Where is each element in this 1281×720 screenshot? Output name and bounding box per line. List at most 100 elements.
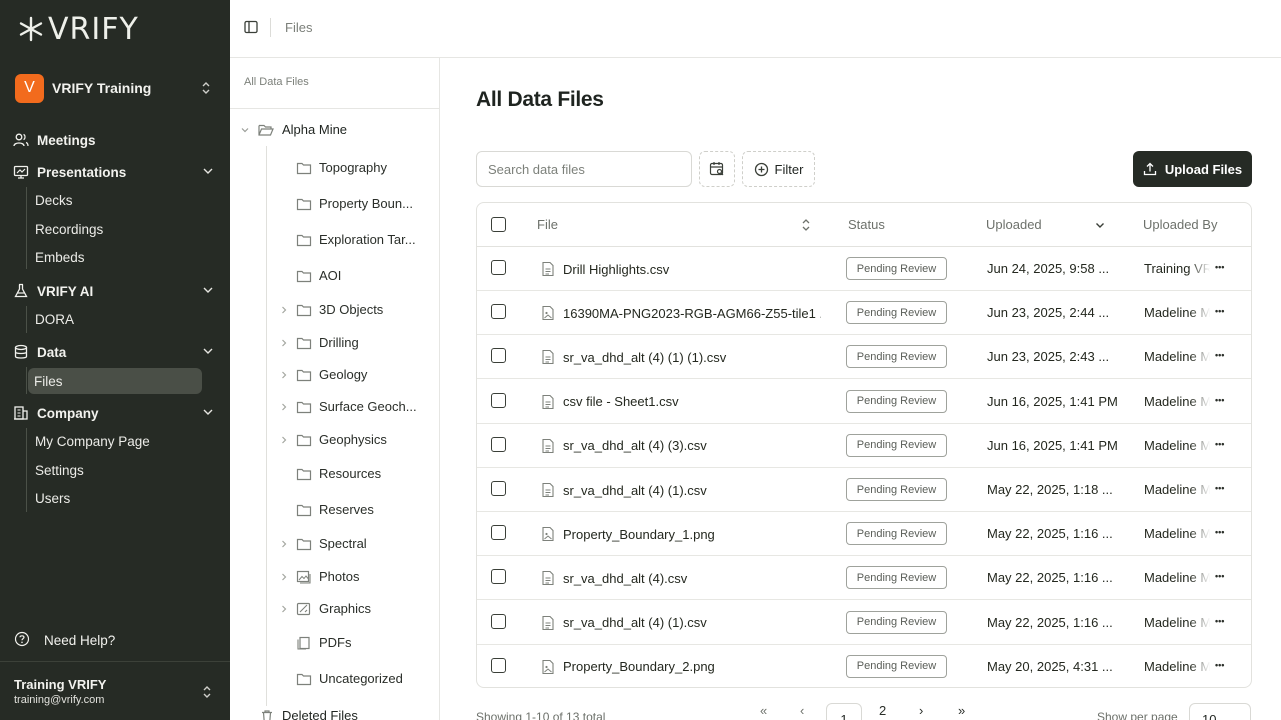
tree-folder-item[interactable]: Surface Geoch... [278, 399, 417, 414]
table-row[interactable]: Drill Highlights.csv Pending Review Jun 24… [477, 247, 1251, 291]
next-page-icon[interactable]: › [919, 703, 923, 718]
nav-my-company-page[interactable]: My Company Page [35, 434, 150, 449]
nav-settings[interactable]: Settings [35, 463, 84, 478]
row-checkbox[interactable] [491, 569, 506, 585]
tree-folder-item[interactable]: Property Boun... [278, 196, 413, 211]
tree-folder-item[interactable]: Graphics [278, 601, 371, 616]
file-name-cell[interactable]: Property_Boundary_1.png [541, 526, 821, 542]
first-page-icon[interactable]: « [760, 703, 767, 718]
more-actions-icon[interactable]: ••• [1215, 395, 1224, 405]
tree-folder-item[interactable]: Photos [278, 569, 359, 584]
tree-folder-item[interactable]: Drilling [278, 335, 359, 350]
nav-company[interactable]: Company [13, 401, 217, 425]
page-button-2[interactable]: 2 [879, 703, 886, 718]
more-actions-icon[interactable]: ••• [1215, 660, 1224, 670]
row-checkbox[interactable] [491, 657, 506, 673]
file-name-cell[interactable]: Drill Highlights.csv [541, 261, 821, 277]
chevron-right-icon[interactable] [278, 370, 290, 380]
nav-recordings[interactable]: Recordings [35, 222, 103, 237]
row-checkbox[interactable] [491, 436, 506, 452]
more-actions-icon[interactable]: ••• [1215, 616, 1224, 626]
vrify-logo[interactable]: VRIFY [18, 12, 139, 47]
nav-embeds[interactable]: Embeds [35, 250, 85, 265]
org-switcher[interactable]: V VRIFY Training [15, 73, 215, 103]
tree-folder-item[interactable]: Exploration Tar... [278, 232, 416, 247]
chevron-right-icon[interactable] [278, 572, 290, 582]
need-help-link[interactable]: Need Help? [14, 631, 115, 650]
nav-decks[interactable]: Decks [35, 193, 73, 208]
row-checkbox[interactable] [491, 348, 506, 364]
more-actions-icon[interactable]: ••• [1215, 306, 1224, 316]
page-button-current[interactable]: 1 [826, 703, 862, 720]
sort-icon[interactable] [801, 218, 811, 232]
select-all-checkbox[interactable] [491, 217, 506, 232]
nav-presentations[interactable]: Presentations [13, 160, 217, 184]
table-row[interactable]: sr_va_dhd_alt (4) (1).csv Pending Review M… [477, 468, 1251, 512]
chevron-right-icon[interactable] [278, 305, 290, 315]
chevron-down-icon[interactable] [201, 344, 215, 358]
column-uploaded[interactable]: Uploaded [986, 217, 1106, 232]
chevron-down-icon[interactable] [240, 125, 250, 135]
per-page-select[interactable]: 10 [1189, 703, 1251, 720]
row-checkbox[interactable] [491, 392, 506, 408]
row-checkbox[interactable] [491, 481, 506, 496]
file-name-cell[interactable]: sr_va_dhd_alt (4).csv [541, 570, 821, 586]
nav-meetings[interactable]: Meetings [13, 128, 217, 152]
sidebar-toggle-icon[interactable] [244, 20, 258, 34]
chevron-right-icon[interactable] [278, 402, 290, 412]
user-menu[interactable]: Training VRIFY training@vrify.com [0, 661, 230, 720]
file-name-cell[interactable]: sr_va_dhd_alt (4) (1) (1).csv [541, 349, 821, 365]
column-file[interactable]: File [537, 217, 811, 232]
file-name-cell[interactable]: 16390MA-PNG2023-RGB-AGM66-Z55-tile1 ... [541, 305, 821, 321]
chevron-right-icon[interactable] [278, 604, 290, 614]
upload-files-button[interactable]: Upload Files [1133, 151, 1252, 187]
chevron-right-icon[interactable] [278, 435, 290, 445]
file-name-cell[interactable]: sr_va_dhd_alt (4) (1).csv [541, 482, 821, 498]
table-row[interactable]: sr_va_dhd_alt (4) (3).csv Pending Review J… [477, 424, 1251, 468]
row-checkbox[interactable] [491, 613, 506, 629]
file-name-cell[interactable]: sr_va_dhd_alt (4) (1).csv [541, 615, 821, 631]
table-row[interactable]: Property_Boundary_2.png Pending Review May… [477, 645, 1251, 687]
date-filter-button[interactable] [699, 151, 735, 187]
table-row[interactable]: Property_Boundary_1.png Pending Review May… [477, 512, 1251, 557]
tree-folder-item[interactable]: Reserves [278, 502, 374, 517]
search-input[interactable] [476, 151, 692, 187]
table-row[interactable]: sr_va_dhd_alt (4).csv Pending Review May 2… [477, 556, 1251, 601]
row-checkbox[interactable] [491, 304, 506, 320]
tree-header[interactable]: All Data Files [230, 58, 439, 109]
chevron-down-icon[interactable] [201, 405, 215, 419]
more-actions-icon[interactable]: ••• [1215, 483, 1224, 493]
table-row[interactable]: csv file - Sheet1.csv Pending Review Jun 1… [477, 380, 1251, 424]
tree-root-alpha-mine[interactable]: Alpha Mine [240, 122, 347, 137]
nav-data[interactable]: Data [13, 340, 217, 364]
chevron-down-icon[interactable] [201, 283, 215, 297]
row-checkbox[interactable] [491, 260, 506, 275]
column-status[interactable]: Status [848, 217, 885, 232]
file-name-cell[interactable]: sr_va_dhd_alt (4) (3).csv [541, 438, 821, 454]
last-page-icon[interactable]: » [958, 703, 965, 718]
nav-dora[interactable]: DORA [35, 312, 74, 327]
more-actions-icon[interactable]: ••• [1215, 350, 1224, 360]
more-actions-icon[interactable]: ••• [1215, 262, 1224, 272]
tree-folder-item[interactable]: Uncategorized [278, 671, 403, 686]
column-uploaded-by[interactable]: Uploaded By [1143, 217, 1217, 232]
more-actions-icon[interactable]: ••• [1215, 439, 1224, 449]
tree-folder-item[interactable]: Geophysics [278, 432, 387, 447]
tree-folder-item[interactable]: Geology [278, 367, 367, 382]
table-row[interactable]: sr_va_dhd_alt (4) (1).csv Pending Review M… [477, 601, 1251, 645]
more-actions-icon[interactable]: ••• [1215, 527, 1224, 537]
filter-button[interactable]: Filter [742, 151, 815, 187]
prev-page-icon[interactable]: ‹ [800, 703, 804, 718]
chevron-right-icon[interactable] [278, 338, 290, 348]
chevron-right-icon[interactable] [278, 539, 290, 549]
nav-files[interactable]: Files [28, 368, 202, 394]
table-row[interactable]: sr_va_dhd_alt (4) (1) (1).csv Pending Rev… [477, 335, 1251, 380]
deleted-files[interactable]: Deleted Files [260, 708, 358, 720]
tree-folder-item[interactable]: Resources [278, 466, 381, 481]
chevron-down-icon[interactable] [1094, 219, 1106, 231]
chevron-down-icon[interactable] [201, 164, 215, 178]
table-row[interactable]: 16390MA-PNG2023-RGB-AGM66-Z55-tile1 ... P… [477, 291, 1251, 336]
breadcrumb[interactable]: Files [285, 20, 312, 35]
tree-folder-item[interactable]: Topography [278, 160, 387, 175]
file-name-cell[interactable]: csv file - Sheet1.csv [541, 394, 821, 410]
